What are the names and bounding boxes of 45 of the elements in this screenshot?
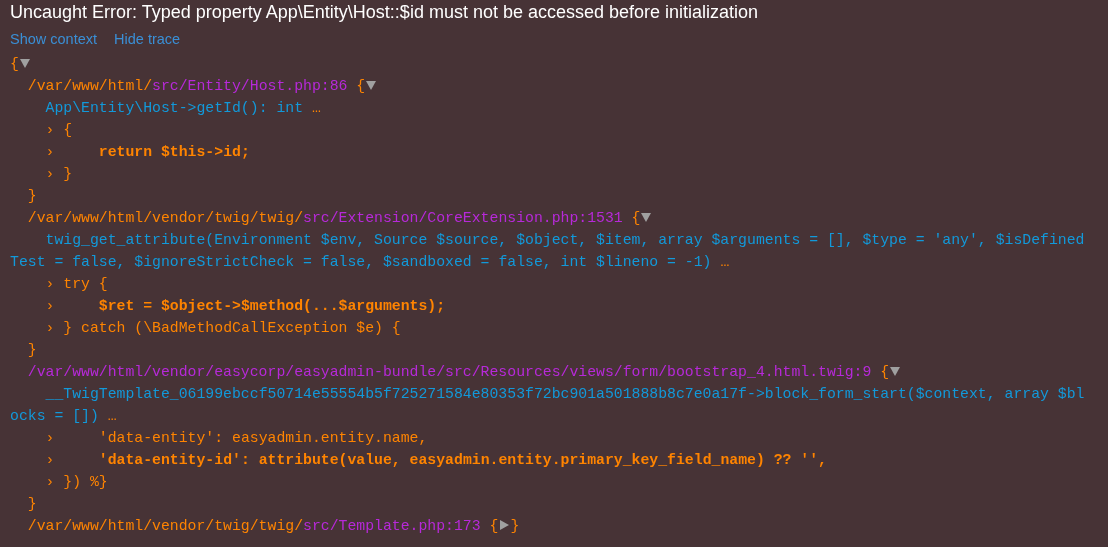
line-marker: › — [45, 144, 55, 160]
open-brace: { — [10, 56, 19, 72]
file-name: /var/www/html/vendor/easycorp/easyadmin-bundle/src/Resources/views/form/bootstrap_4.html.twig:9 — [27, 364, 872, 380]
file-name: src/Entity/Host.php:86 — [152, 78, 348, 94]
close-brace: } — [510, 518, 520, 534]
line-marker: › — [45, 320, 55, 336]
code-line: try { — [63, 276, 108, 292]
file-path: /var/www/html/ — [27, 78, 153, 94]
file-path: /var/www/html/vendor/twig/twig/ — [27, 210, 304, 226]
file-path: /var/www/html/vendor/twig/twig/ — [27, 518, 304, 534]
line-marker: › — [45, 122, 55, 138]
code-line: return $this->id; — [97, 144, 250, 160]
line-marker: › — [45, 452, 55, 468]
line-marker: › — [45, 430, 55, 446]
trace-link[interactable]: Show context — [10, 30, 98, 48]
expand-triangle-icon[interactable] — [498, 519, 511, 531]
line-marker: › — [45, 474, 55, 490]
open-brace: { — [355, 78, 366, 94]
open-brace: { — [879, 364, 890, 380]
close-brace: } — [27, 188, 37, 204]
file-name: src/Extension/CoreExtension.php:1531 — [303, 210, 623, 226]
file-name: src/Template.php:173 — [303, 518, 481, 534]
close-brace: } — [27, 342, 37, 358]
trace-link[interactable]: Hide trace — [114, 30, 181, 48]
code-line: } catch (\BadMethodCallException $e) { — [63, 320, 401, 336]
open-brace: { — [488, 518, 499, 534]
code-line: 'data-entity': easyadmin.entity.name, — [97, 430, 428, 446]
function-signature: App\Entity\Host->getId(): int … — [44, 99, 322, 118]
collapse-triangle-icon[interactable] — [640, 211, 653, 223]
function-signature: twig_get_attribute(Environment $env, Source $source, $object, $item, array $arguments = [], $type = 'any', $isDefinedTest = false, $ignoreStrictCheck = false, $sandboxed = false, int $lineno = -1) … — [10, 231, 1086, 272]
line-marker: › — [45, 276, 55, 292]
code-line: } — [63, 166, 73, 182]
function-signature: __TwigTemplate_06199ebccf50714e55554b5f725271584e80353f72bc901a501888b8c7e0a17f->block_form_start($context, array $blocks = []) … — [10, 385, 1086, 426]
open-brace: { — [630, 210, 641, 226]
code-line: $ret = $object->$method(...$arguments); — [97, 298, 446, 314]
code-line: }) %} — [63, 474, 108, 490]
code-line: 'data-entity-id': attribute(value, easyadmin.entity.primary_key_field_name) ?? '', — [97, 452, 827, 468]
line-marker: › — [45, 298, 55, 314]
line-marker: › — [45, 166, 55, 182]
collapse-triangle-icon[interactable] — [18, 57, 31, 69]
collapse-triangle-icon[interactable] — [889, 365, 902, 377]
error-message: Uncaught Error: Typed property App\Entity\Host::$id must not be accessed before initialization — [10, 1, 760, 23]
close-brace: } — [27, 496, 37, 512]
code-line: { — [63, 122, 73, 138]
collapse-triangle-icon[interactable] — [365, 79, 378, 91]
